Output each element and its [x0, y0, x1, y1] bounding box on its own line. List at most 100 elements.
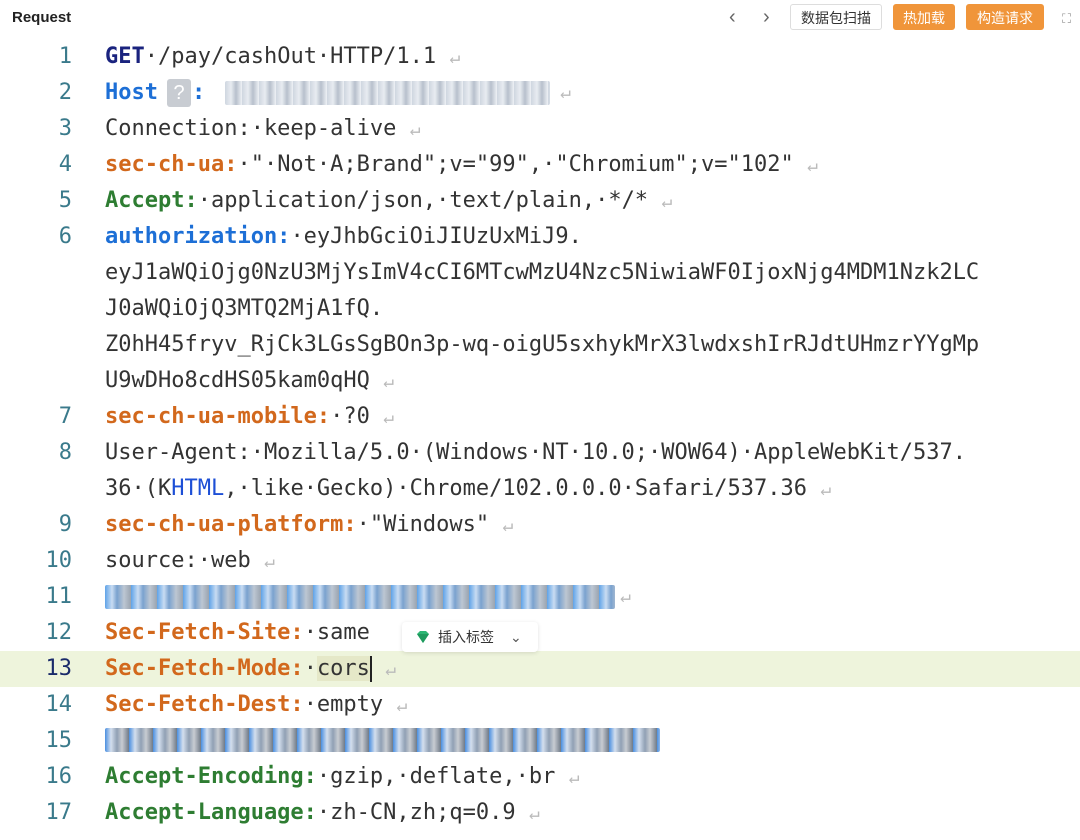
- insert-tag-popup[interactable]: 插入标签 ⌄: [402, 622, 538, 652]
- header-key: sec-ch-ua:: [105, 152, 238, 177]
- header-value: ·application/json,·text/plain,·*/*: [197, 188, 649, 213]
- line-content: sec-ch-ua-platform:·"Windows" ↵: [105, 507, 513, 544]
- return-icon: ↵: [502, 515, 514, 536]
- return-icon: ↵: [263, 551, 275, 572]
- chevron-down-icon[interactable]: ⌄: [510, 622, 522, 652]
- line-content: Accept-Encoding:·gzip,·deflate,·br ↵: [105, 759, 579, 796]
- editor-line: 8 User-Agent:·Mozilla/5.0·(Windows·NT·10…: [0, 435, 1080, 471]
- header-key: Sec-Fetch-Mode:: [105, 656, 304, 681]
- return-icon: ↵: [620, 586, 631, 607]
- return-icon: ↵: [383, 371, 394, 392]
- line-content: Connection:·keep-alive ↵: [105, 116, 421, 141]
- hot-reload-button[interactable]: 热加载: [893, 4, 955, 30]
- line-number: 6: [58, 224, 72, 249]
- line-number: 1: [58, 44, 72, 69]
- header-key: sec-ch-ua-mobile:: [105, 404, 331, 429]
- text-caret: [369, 656, 372, 682]
- help-badge-icon: ?: [167, 79, 191, 107]
- build-request-button[interactable]: 构造请求: [966, 4, 1044, 30]
- line-content: J0aWQiOjQ3MTQ2MjA1fQ.: [105, 296, 384, 321]
- editor-line: 2 Host ? : ↵: [0, 75, 1080, 111]
- next-arrow-icon[interactable]: ›: [763, 6, 770, 28]
- gem-icon: [417, 631, 429, 643]
- header-key: Sec-Fetch-Site:: [105, 620, 304, 645]
- line-content: 36·(KHTML,·like·Gecko)·Chrome/102.0.0.0·…: [105, 476, 832, 501]
- line-number: 10: [45, 548, 73, 573]
- header-value: ·eyJhbGciOiJIUzUxMiJ9.: [290, 224, 582, 249]
- line-number: 15: [45, 728, 73, 753]
- header-value: ·empty: [303, 692, 384, 717]
- return-icon: ↵: [568, 767, 580, 788]
- editor-line-active: 13 Sec-Fetch-Mode:·cors ↵: [0, 651, 1080, 687]
- request-editor[interactable]: 1 GET·/pay/cashOut·HTTP/1.1 ↵ 2 Host ? :…: [0, 39, 1080, 840]
- editor-line: 14 Sec-Fetch-Dest:·empty ↵: [0, 687, 1080, 723]
- editor-line-wrap: 36·(KHTML,·like·Gecko)·Chrome/102.0.0.0·…: [0, 471, 1080, 507]
- line-content: sec-ch-ua-mobile:·?0 ↵: [105, 399, 394, 436]
- redacted-header-line: [105, 728, 660, 752]
- header-value: ·"Windows": [356, 512, 490, 537]
- editor-line: 6 authorization:·eyJhbGciOiJIUzUxMiJ9.: [0, 219, 1080, 255]
- header-key: authorization:: [105, 224, 291, 249]
- header-value: ·?0: [330, 404, 370, 429]
- line-content: sec-ch-ua:·"·Not·A;Brand";v="99",·"Chrom…: [105, 147, 818, 184]
- line-number: 11: [45, 584, 73, 609]
- editor-line: 10 source:·web ↵: [0, 543, 1080, 579]
- editor-line: 3 Connection:·keep-alive ↵: [0, 111, 1080, 147]
- return-icon: ↵: [820, 479, 832, 500]
- line-number: 8: [58, 440, 72, 465]
- line-content: Accept-Language:·zh-CN,zh;q=0.9 ↵: [105, 795, 540, 832]
- return-icon: ↵: [528, 803, 540, 824]
- editor-line: 17 Accept-Language:·zh-CN,zh;q=0.9 ↵: [0, 795, 1080, 831]
- header-value: ·zh-CN,zh;q=0.9: [316, 800, 516, 825]
- line-content: U9wDHo8cdHS05kam0qHQ ↵: [105, 368, 394, 393]
- line-number: 7: [58, 404, 72, 429]
- header-key: Sec-Fetch-Dest:: [105, 692, 304, 717]
- expand-icon[interactable]: ⛶: [1062, 11, 1071, 27]
- redacted-header-line: [105, 585, 615, 609]
- line-number: 3: [58, 116, 72, 141]
- header-key: Accept:: [105, 188, 198, 213]
- line-content: Host: [105, 75, 158, 111]
- line-content: source:·web ↵: [105, 548, 275, 573]
- packet-scan-button[interactable]: 数据包扫描: [790, 4, 882, 30]
- line-number: 9: [58, 512, 72, 537]
- editor-line-wrap: J0aWQiOjQ3MTQ2MjA1fQ.: [0, 291, 1080, 327]
- request-target: ·/pay/cashOut·HTTP/1.1: [144, 44, 437, 69]
- editor-line: 16 Accept-Encoding:·gzip,·deflate,·br ↵: [0, 759, 1080, 795]
- header-value: ·gzip,·deflate,·br: [316, 764, 556, 789]
- editor-line: 15: [0, 723, 1080, 759]
- line-content: authorization:·eyJhbGciOiJIUzUxMiJ9.: [105, 219, 582, 255]
- redacted-host-value: [225, 81, 550, 105]
- editor-line: 12 Sec-Fetch-Site:·same: [0, 615, 1080, 651]
- header-separator: :: [192, 80, 206, 105]
- return-icon: ↵: [560, 82, 571, 103]
- line-number: 2: [58, 80, 72, 105]
- editor-line: 4 sec-ch-ua:·"·Not·A;Brand";v="99",·"Chr…: [0, 147, 1080, 183]
- editor-line: 11 ↵: [0, 579, 1080, 615]
- prev-arrow-icon[interactable]: ‹: [729, 6, 736, 28]
- editor-line-wrap: eyJ1aWQiOjg0NzU3MjYsImV4cCI6MTcwMzU4Nzc5…: [0, 255, 1080, 291]
- editor-line: 1 GET·/pay/cashOut·HTTP/1.1 ↵: [0, 39, 1080, 75]
- panel-title: Request: [12, 9, 72, 26]
- header-key: Accept-Encoding:: [105, 764, 317, 789]
- html-link: HTML: [171, 476, 225, 501]
- line-content: Accept:·application/json,·text/plain,·*/…: [105, 183, 672, 220]
- http-method: GET: [105, 44, 145, 69]
- insert-tag-label: 插入标签: [438, 629, 494, 645]
- line-content: Z0hH45fryv_RjCk3LGsSgBOn3p-wq-oigU5sxhyk…: [105, 332, 980, 357]
- header-key: Host: [105, 80, 158, 105]
- line-content: Sec-Fetch-Site:·same: [105, 615, 370, 651]
- line-number: 16: [45, 764, 73, 789]
- line-content: GET·/pay/cashOut·HTTP/1.1 ↵: [105, 39, 460, 76]
- editor-line: 7 sec-ch-ua-mobile:·?0 ↵: [0, 399, 1080, 435]
- line-number: 12: [45, 620, 73, 645]
- line-content: User-Agent:·Mozilla/5.0·(Windows·NT·10.0…: [105, 440, 966, 465]
- return-icon: ↵: [396, 695, 408, 716]
- request-panel-header: Request ‹ › 数据包扫描 热加载 构造请求 ⛶: [0, 0, 1080, 38]
- return-icon: ↵: [409, 119, 421, 140]
- header-key: sec-ch-ua-platform:: [105, 512, 357, 537]
- line-number: 4: [58, 152, 72, 177]
- selected-text: cors: [316, 656, 370, 681]
- line-content: eyJ1aWQiOjg0NzU3MjYsImV4cCI6MTcwMzU4Nzc5…: [105, 260, 980, 285]
- editor-line: 9 sec-ch-ua-platform:·"Windows" ↵: [0, 507, 1080, 543]
